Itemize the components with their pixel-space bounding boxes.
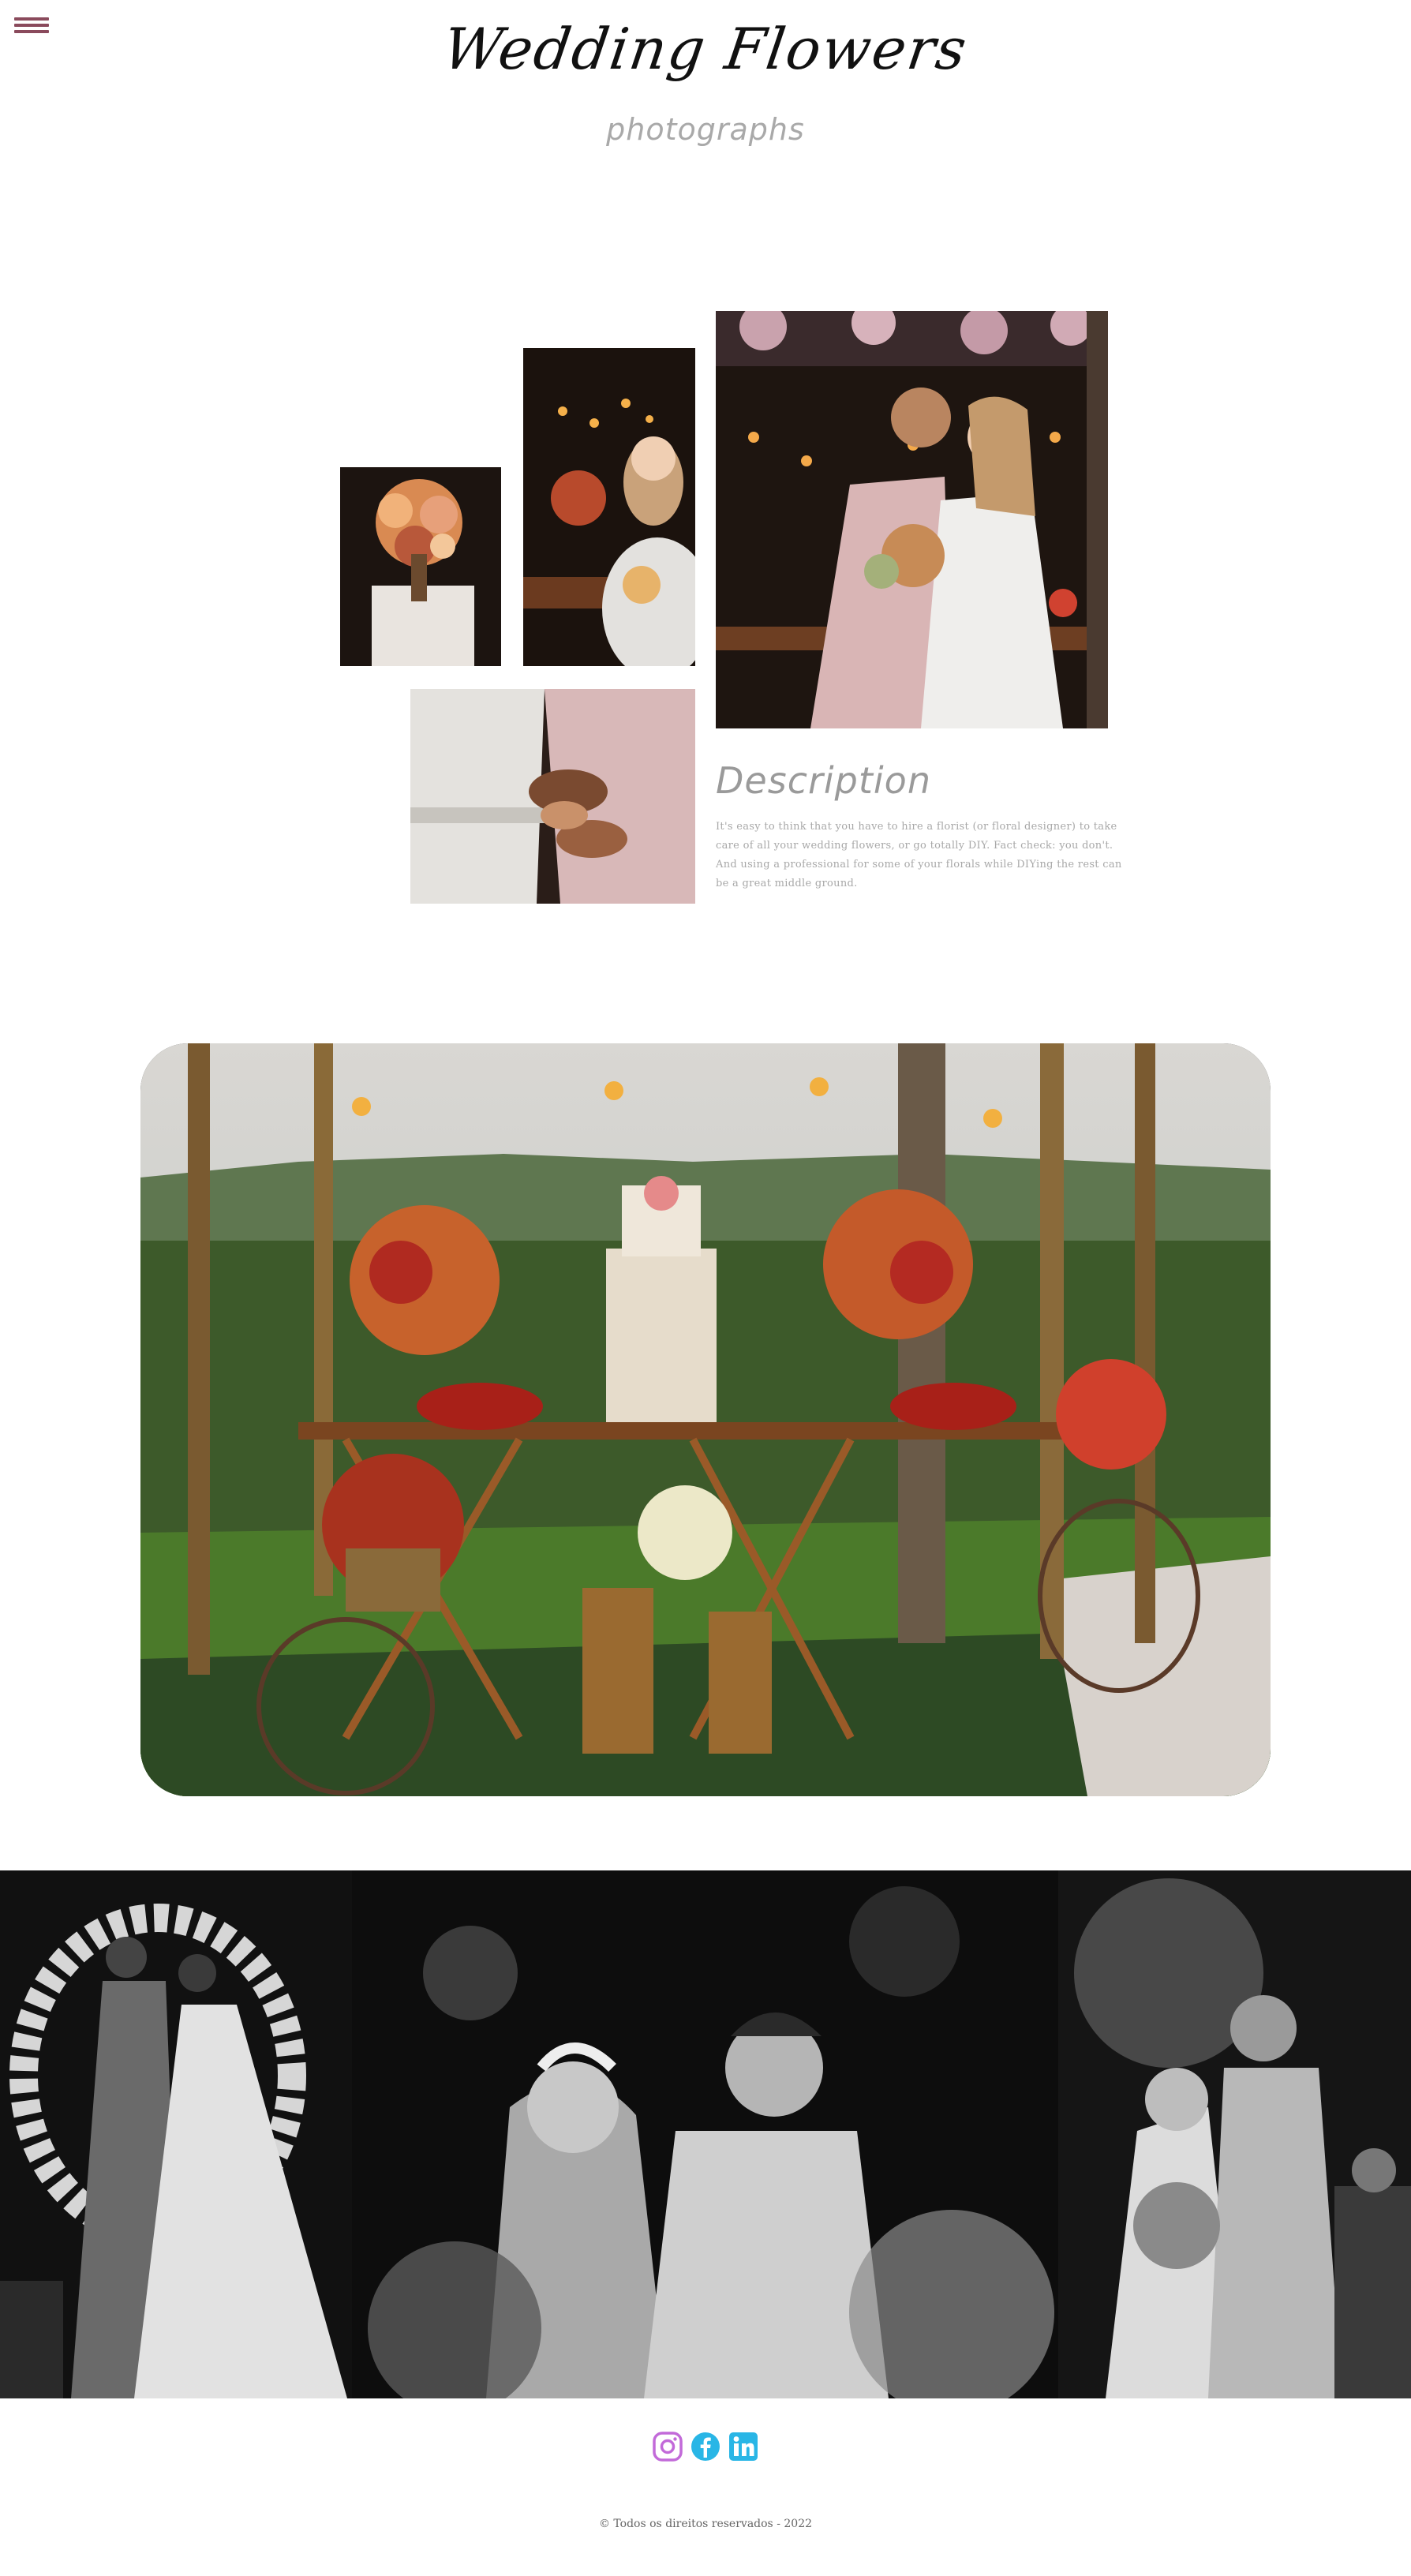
bride-with-bouquet-photo[interactable] — [523, 348, 695, 666]
couple-embrace-photo[interactable] — [716, 311, 1108, 728]
instagram-icon[interactable] — [652, 2431, 683, 2462]
facebook-icon[interactable] — [690, 2431, 721, 2462]
cake-table-photo[interactable] — [140, 1043, 1271, 1796]
first-dance-photo[interactable] — [1058, 1870, 1411, 2398]
linkedin-icon[interactable] — [728, 2431, 759, 2462]
bouquet-closeup-photo[interactable] — [340, 467, 501, 666]
site-title: Wedding Flowers — [439, 16, 972, 82]
couple-smiling-photo[interactable] — [352, 1870, 1058, 2398]
ceremony-arch-photo[interactable] — [0, 1870, 352, 2398]
description-title: Description — [716, 759, 931, 802]
copyright-text: © Todos os direitos reservados - 2022 — [598, 2518, 813, 2530]
holding-hands-photo[interactable] — [410, 689, 695, 904]
site-subtitle: photographs — [606, 112, 805, 147]
description-text: It's easy to think that you have to hire… — [716, 821, 1122, 889]
